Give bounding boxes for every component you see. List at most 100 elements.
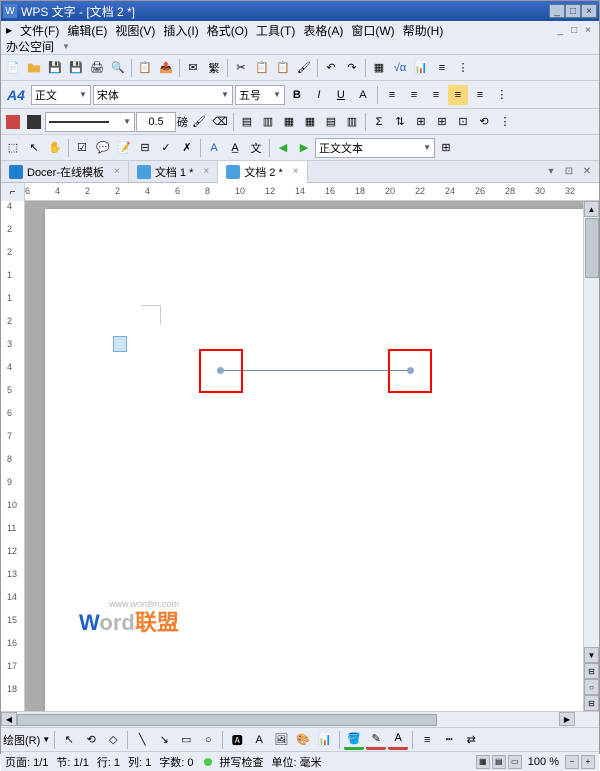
merge-button[interactable]: ▦ <box>279 112 299 132</box>
style-dropdown[interactable]: 正文▼ <box>31 85 91 105</box>
minimize-button[interactable]: _ <box>549 4 565 18</box>
rect-tool[interactable]: ▭ <box>176 730 196 750</box>
menu-tools[interactable]: 工具(T) <box>253 21 298 40</box>
close-button[interactable]: × <box>581 4 597 18</box>
open-button[interactable] <box>24 58 44 78</box>
page-next-button[interactable]: ⊟ <box>584 695 599 711</box>
scroll-left-button[interactable]: ◀ <box>1 712 17 726</box>
page-prev-button[interactable]: ⊟ <box>584 663 599 679</box>
track-button[interactable]: 📝 <box>114 138 134 158</box>
distribute-button[interactable]: ≡ <box>470 85 490 105</box>
insert-row-button[interactable]: ▤ <box>237 112 257 132</box>
select-button[interactable]: ⬚ <box>3 138 23 158</box>
linecolor-tool[interactable]: ✎ <box>366 730 386 750</box>
textdir-button[interactable]: 文 <box>246 138 266 158</box>
sort-button[interactable]: ⇅ <box>390 112 410 132</box>
tab-close-icon[interactable]: × <box>203 166 209 177</box>
accept-button[interactable]: ✓ <box>156 138 176 158</box>
menu-edit[interactable]: 编辑(E) <box>64 21 110 40</box>
textbox-tool[interactable]: 🅰 <box>227 730 247 750</box>
align-justify-button[interactable]: ≡ <box>448 85 468 105</box>
stylemore-button[interactable]: ⊞ <box>436 138 456 158</box>
columns-button[interactable]: ≡ <box>432 58 452 78</box>
hand-button[interactable]: ✋ <box>45 138 65 158</box>
size-dropdown[interactable]: 五号▼ <box>235 85 285 105</box>
drawn-line[interactable] <box>220 370 410 371</box>
draw-menu[interactable]: 绘图(R) <box>3 732 40 748</box>
ruler-corner[interactable]: ⌐ <box>1 183 25 201</box>
sum-button[interactable]: Σ <box>369 112 389 132</box>
next-button[interactable]: ▶ <box>294 138 314 158</box>
tab-doc2[interactable]: 文档 2 * × <box>218 161 307 183</box>
autofit-button[interactable]: ⊡ <box>453 112 473 132</box>
tab-doc1[interactable]: 文档 1 * × <box>129 161 218 183</box>
tab-option-icon[interactable]: ⊡ <box>561 164 577 180</box>
fill-tool[interactable]: 🪣 <box>344 730 364 750</box>
arrow-tool[interactable]: ↘ <box>154 730 174 750</box>
zoom-in-button[interactable]: + <box>581 755 595 769</box>
arrows-tool[interactable]: ⇄ <box>461 730 481 750</box>
mail-button[interactable]: ✉ <box>183 58 203 78</box>
split-button[interactable]: ▦ <box>300 112 320 132</box>
saveall-button[interactable]: 💾 <box>66 58 86 78</box>
menu-window[interactable]: 窗口(W) <box>348 21 397 40</box>
page-setup-button[interactable]: 📋 <box>135 58 155 78</box>
print-button[interactable]: 🖨 <box>87 58 107 78</box>
lineweight-tool[interactable]: ≡ <box>417 730 437 750</box>
chart-tool[interactable]: 📊 <box>315 730 335 750</box>
tab-close-icon[interactable]: × <box>114 166 120 177</box>
horizontal-scrollbar[interactable]: ◀ ▶ <box>1 711 599 727</box>
more-table-button[interactable]: ⋮ <box>495 112 515 132</box>
line-color2-button[interactable] <box>24 112 44 132</box>
chevron-down-icon[interactable]: ▼ <box>42 735 50 744</box>
dist-col-button[interactable]: ⊞ <box>432 112 452 132</box>
formula-button[interactable]: √α <box>390 58 410 78</box>
dash-tool[interactable]: ┅ <box>439 730 459 750</box>
font-dropdown[interactable]: 宋体▼ <box>93 85 233 105</box>
hscroll-thumb[interactable] <box>17 714 437 726</box>
check-button[interactable]: ☑ <box>72 138 92 158</box>
italic-button[interactable]: I <box>309 85 329 105</box>
pointer-tool[interactable]: ↖ <box>59 730 79 750</box>
restore-button[interactable]: □ <box>565 4 581 18</box>
eraser-button[interactable]: ⌫ <box>210 112 230 132</box>
paste-button[interactable]: 📋 <box>273 58 293 78</box>
compare-button[interactable]: ⊟ <box>135 138 155 158</box>
preview-button[interactable]: 🔍 <box>108 58 128 78</box>
orient-button[interactable]: ⟲ <box>474 112 494 132</box>
tab-docer[interactable]: Docer-在线模板 × <box>1 161 129 183</box>
scroll-track[interactable] <box>584 217 599 647</box>
wordart-tool[interactable]: A <box>249 730 269 750</box>
line-style-dropdown[interactable]: ▼ <box>45 112 135 132</box>
save-button[interactable]: 💾 <box>45 58 65 78</box>
dropcap-button[interactable]: A̲ <box>225 138 245 158</box>
view3-button[interactable]: ▭ <box>508 755 522 769</box>
menu-format[interactable]: 格式(O) <box>204 21 251 40</box>
menu-help[interactable]: 帮助(H) <box>400 21 447 40</box>
oval-tool[interactable]: ○ <box>198 730 218 750</box>
menu-insert[interactable]: 插入(I) <box>160 21 201 40</box>
copy-button[interactable]: 📋 <box>252 58 272 78</box>
underline-button[interactable]: U <box>331 85 351 105</box>
del-col-button[interactable]: ▥ <box>342 112 362 132</box>
redo-button[interactable]: ↷ <box>342 58 362 78</box>
more-button[interactable]: ⋮ <box>453 58 473 78</box>
scroll-thumb[interactable] <box>585 218 599 278</box>
more-align-button[interactable]: ⋮ <box>492 85 512 105</box>
zoom-value[interactable]: 100 % <box>528 756 559 768</box>
vertical-ruler[interactable]: 4221123456789101112131415161718 <box>1 201 25 711</box>
scroll-up-button[interactable]: ▲ <box>584 201 599 217</box>
doc-close[interactable]: × <box>582 24 594 37</box>
pointer-button[interactable]: ↖ <box>24 138 44 158</box>
menu-workspace[interactable]: 办公空间 <box>3 37 57 56</box>
comment-button[interactable]: 💬 <box>93 138 113 158</box>
del-row-button[interactable]: ▤ <box>321 112 341 132</box>
new-button[interactable]: 📄 <box>3 58 23 78</box>
vertical-scrollbar[interactable]: ▲ ▼ ⊟ ○ ⊟ <box>583 201 599 711</box>
view2-button[interactable]: ▤ <box>492 755 506 769</box>
tab-close-icon[interactable]: × <box>293 166 299 177</box>
format-painter-button[interactable]: 🖌 <box>294 58 314 78</box>
status-unit[interactable]: 单位: 毫米 <box>272 754 322 770</box>
workspace-arrow-icon[interactable]: ▼ <box>59 41 73 52</box>
paint-button[interactable]: 🖌 <box>189 112 209 132</box>
